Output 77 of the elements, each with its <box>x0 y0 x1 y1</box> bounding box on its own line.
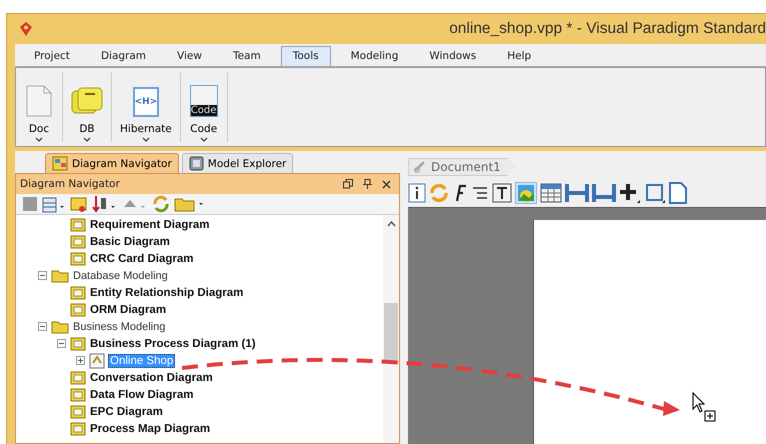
scroll-up-icon[interactable] <box>386 221 396 227</box>
sort-icon[interactable] <box>92 195 118 213</box>
diagram-type-icon <box>70 370 86 384</box>
tree-item[interactable]: Business Modeling <box>72 320 166 332</box>
link-icon <box>413 160 427 174</box>
plus-icon[interactable] <box>619 182 641 204</box>
breadcrumb[interactable]: Document1 <box>408 158 516 176</box>
table-icon[interactable] <box>42 195 66 213</box>
expander-icon[interactable] <box>57 339 66 348</box>
code-file-icon: Code <box>190 85 218 117</box>
tree-item[interactable]: Business Process Diagram (1) <box>89 338 257 350</box>
page-icon[interactable] <box>669 182 687 204</box>
header-icon[interactable] <box>565 183 589 203</box>
diagram-type-icon <box>70 336 86 350</box>
diagram-type-icon <box>70 286 86 300</box>
expander-icon[interactable] <box>76 356 85 365</box>
diagram-type-icon <box>70 422 86 436</box>
menu-tab[interactable]: Help <box>496 47 542 66</box>
diagram-type-icon <box>70 388 86 402</box>
diagram-type-icon <box>70 252 86 266</box>
footer-icon[interactable] <box>592 183 616 203</box>
diagram-type-icon <box>70 404 86 418</box>
chevron-down-icon <box>200 137 208 142</box>
ribbon-button[interactable]: DB <box>63 72 111 142</box>
diagram-file-icon <box>89 352 105 368</box>
tree-item[interactable]: EPC Diagram <box>89 406 164 418</box>
menu-tab[interactable]: Tools <box>280 46 331 66</box>
refresh-icon[interactable] <box>152 195 170 213</box>
cursor-icon <box>692 392 716 422</box>
expander-icon[interactable] <box>38 271 47 280</box>
window-title: online_shop.vpp * - Visual Paradigm Standard <box>449 20 766 38</box>
table-icon[interactable] <box>540 183 562 203</box>
folder-icon <box>51 320 69 334</box>
panel-tab[interactable]: Model Explorer <box>182 153 294 173</box>
folder-icon <box>51 268 69 282</box>
chevron-down-icon <box>35 137 43 142</box>
ribbon-button[interactable]: <H> Hibernate <box>112 72 180 142</box>
tree-item[interactable]: Conversation Diagram <box>89 372 214 384</box>
tree-item[interactable]: Process Map Diagram <box>89 422 212 434</box>
panel-title: Diagram Navigator <box>20 178 120 190</box>
restore-icon[interactable] <box>343 179 353 189</box>
ribbon-button[interactable]: Code Code <box>180 72 227 142</box>
square-icon[interactable] <box>22 196 38 212</box>
menu-tab[interactable]: Diagram <box>90 47 158 66</box>
tree-item[interactable]: Requirement Diagram <box>89 218 211 230</box>
menu-tab[interactable]: Team <box>222 47 272 66</box>
chevron-down-icon <box>83 137 91 142</box>
hibernate-icon: <H> <box>132 87 159 117</box>
chevron-down-icon <box>142 137 150 142</box>
tree-item[interactable]: Database Modeling <box>72 270 169 282</box>
menu-tab[interactable]: Project <box>23 47 81 66</box>
ribbon-button[interactable]: Doc <box>16 72 62 142</box>
tree-item[interactable]: Basic Diagram <box>89 236 171 248</box>
expander-icon[interactable] <box>38 322 47 331</box>
diagram-type-icon <box>70 218 86 232</box>
document-icon <box>26 85 52 117</box>
menu-tab[interactable]: View <box>166 47 213 66</box>
crop-icon[interactable] <box>644 182 666 204</box>
pin-icon[interactable] <box>363 179 372 189</box>
diagram-type-icon <box>70 234 86 248</box>
panel-tab[interactable]: Diagram Navigator <box>45 153 179 173</box>
tree-item[interactable]: Entity Relationship Diagram <box>89 286 244 298</box>
info-icon[interactable] <box>408 183 426 203</box>
menu-tab[interactable]: Windows <box>418 47 488 66</box>
scrollbar-thumb[interactable] <box>384 303 398 363</box>
text-box-icon[interactable] <box>492 183 512 203</box>
app-logo-icon <box>19 22 33 36</box>
model-explorer-icon <box>188 156 204 171</box>
menu-tab[interactable]: Modeling <box>340 47 410 66</box>
tree-item[interactable]: Data Flow Diagram <box>89 388 195 400</box>
diagram-icon[interactable] <box>70 195 88 213</box>
tree-item[interactable]: CRC Card Diagram <box>89 252 195 264</box>
close-icon[interactable] <box>382 180 391 188</box>
tree-item[interactable]: ORM Diagram <box>89 304 168 316</box>
navigator-icon <box>52 156 68 171</box>
scrollbar[interactable] <box>383 215 399 443</box>
diagram-type-icon <box>70 302 86 316</box>
